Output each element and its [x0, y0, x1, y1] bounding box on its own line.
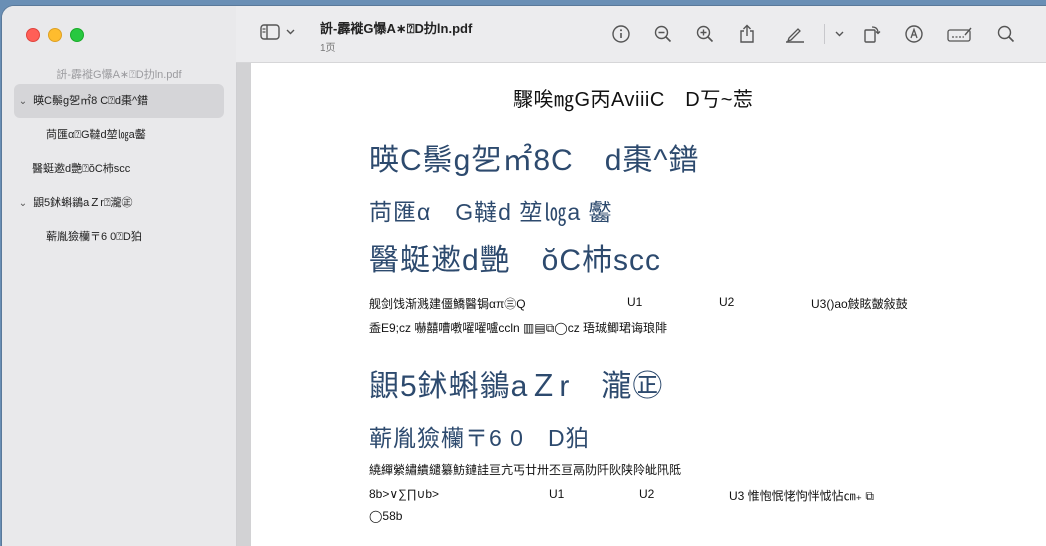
toc-item[interactable]: ⌄ 鼰5鉥蝌鶲aＺr⍰瀧㊣	[14, 186, 224, 220]
table-cell: U3()ao㩻眩皼敍鼓	[811, 297, 908, 311]
table-cell: 舰剑饯渐溅建僵鱎醫锔απ㊂Q	[369, 297, 526, 311]
body-text: ◯58b	[369, 509, 403, 523]
page-indicator: 1页	[320, 43, 336, 54]
toc-item-label: 鼰5鉥蝌鶲aＺr⍰瀧㊣	[33, 197, 133, 209]
share-icon	[740, 24, 754, 43]
heading-1: 鼰5鉥蝌鶲aＺr 瀧㊣	[369, 370, 664, 403]
sidebar-toggle-button[interactable]	[260, 24, 295, 40]
sidebar: 䛂-霹褷G懪A∗⍰D扐ln.pdf ⌄ 暎C鬃g乫㎡8 C⍰d棗^鐠 苘匯α⍰G…	[2, 6, 237, 546]
highlight-options-button[interactable]	[827, 22, 851, 46]
toc-item[interactable]: ⌄ 暎C鬃g乫㎡8 C⍰d棗^鐠	[14, 84, 224, 118]
table-cell: 8b>∨∑∏∪b>	[369, 487, 440, 501]
heading-1: 暎C鬃g乫㎡8C d棗^鐠	[369, 144, 700, 177]
document-view[interactable]: 驟唉㎎G丙AviiiC D丂~莣 暎C鬃g乫㎡8C d棗^鐠 苘匯α G韃d 堃…	[237, 63, 1046, 546]
table-cell: U1	[549, 487, 565, 501]
table-cell: U2	[719, 295, 735, 309]
chevron-down-icon	[835, 31, 843, 37]
table-of-contents: ⌄ 暎C鬃g乫㎡8 C⍰d棗^鐠 苘匯α⍰G韃d堃㏒a齾 醫蜓遬d艷⍰ŏC杮sc…	[14, 84, 224, 254]
form-icon	[947, 27, 972, 42]
table-cell: U2	[639, 487, 655, 501]
info-button[interactable]	[600, 22, 642, 46]
table-cell: U1	[627, 295, 643, 309]
toc-item[interactable]: 苘匯α⍰G韃d堃㏒a齾	[14, 118, 224, 152]
heading-1: 醫蜓遬d艷 ŏC杮scc	[369, 244, 662, 277]
rotate-button[interactable]	[851, 22, 893, 46]
heading-2: 蕲胤獫欗〒6 0 D狛	[369, 425, 590, 451]
toc-item-label: 暎C鬃g乫㎡8 C⍰d棗^鐠	[33, 95, 149, 107]
zoom-in-icon	[696, 25, 714, 43]
toolbar-actions	[600, 22, 1027, 46]
zoom-out-icon	[654, 25, 672, 43]
zoom-in-button[interactable]	[684, 22, 726, 46]
toc-item-label: 苘匯α⍰G韃d堃㏒a齾	[46, 129, 146, 141]
document-title: 䛂-霹褷G懪A∗⍰D扐ln.pdf 1页	[320, 18, 472, 54]
chevron-down-icon	[286, 29, 295, 35]
highlight-icon	[786, 28, 804, 43]
zoom-button[interactable]	[70, 28, 84, 42]
preview-window: 䛂-霹褷G懪A∗⍰D扐ln.pdf ⌄ 暎C鬃g乫㎡8 C⍰d棗^鐠 苘匯α⍰G…	[2, 6, 1046, 546]
rotate-icon	[864, 26, 881, 43]
search-button[interactable]	[985, 22, 1027, 46]
sidebar-toggle-icon	[260, 24, 280, 40]
toc-item[interactable]: 醫蜓遬d艷⍰ŏC杮scc	[14, 152, 224, 186]
markup-icon	[905, 25, 923, 43]
toc-item[interactable]: 蕲胤獫欗〒6 0⍰D狛	[14, 220, 224, 254]
zoom-out-button[interactable]	[642, 22, 684, 46]
toolbar: 䛂-霹褷G懪A∗⍰D扐ln.pdf 1页	[236, 6, 1046, 63]
highlight-button[interactable]	[768, 22, 822, 46]
table-row: 舰剑饯渐溅建僵鱎醫锔απ㊂Q U1 U2 U3()ao㩻眩皼敍鼓	[369, 295, 1046, 311]
window-controls	[26, 28, 84, 42]
toolbar-separator	[824, 24, 825, 44]
page-header-text: 驟唉㎎G丙AviiiC D丂~莣	[513, 89, 754, 111]
toc-item-label: 醫蜓遬d艷⍰ŏC杮scc	[32, 163, 131, 175]
heading-2: 苘匯α G韃d 堃㏒a 齾	[369, 199, 613, 225]
info-icon	[612, 25, 630, 43]
toc-item-label: 蕲胤獫欗〒6 0⍰D狛	[46, 231, 142, 243]
body-text: 盉E9;cz 嚇囍嘈嘋嚁嚁嚧ccln ▥▤⧉◯cz 珸珹鲫珺诲琅陫	[369, 321, 668, 335]
minimize-button[interactable]	[48, 28, 62, 42]
chevron-down-icon[interactable]: ⌄	[16, 187, 30, 221]
share-button[interactable]	[726, 22, 768, 46]
table-row: 8b>∨∑∏∪b> U1 U2 U3 惟怉怋恅怐怑怴怗㎝₊ ⧉	[369, 487, 1046, 503]
sidebar-doc-title: 䛂-霹褷G懪A∗⍰D扐ln.pdf	[56, 69, 182, 81]
form-fill-button[interactable]	[935, 22, 985, 46]
search-icon	[997, 25, 1015, 43]
chevron-down-icon[interactable]: ⌄	[16, 85, 30, 119]
document-name: 䛂-霹褷G懪A∗⍰D扐ln.pdf	[320, 21, 473, 36]
page-gutter	[237, 63, 251, 546]
close-button[interactable]	[26, 28, 40, 42]
body-text: 繞繟縈繡繢繾纂魴鏈詿亘亢丐廿卅丕亘鬲阞阡阦陕阾皉阠阺	[369, 463, 682, 477]
markup-button[interactable]	[893, 22, 935, 46]
table-cell: U3 惟怉怋恅怐怑怴怗㎝₊ ⧉	[729, 489, 874, 503]
